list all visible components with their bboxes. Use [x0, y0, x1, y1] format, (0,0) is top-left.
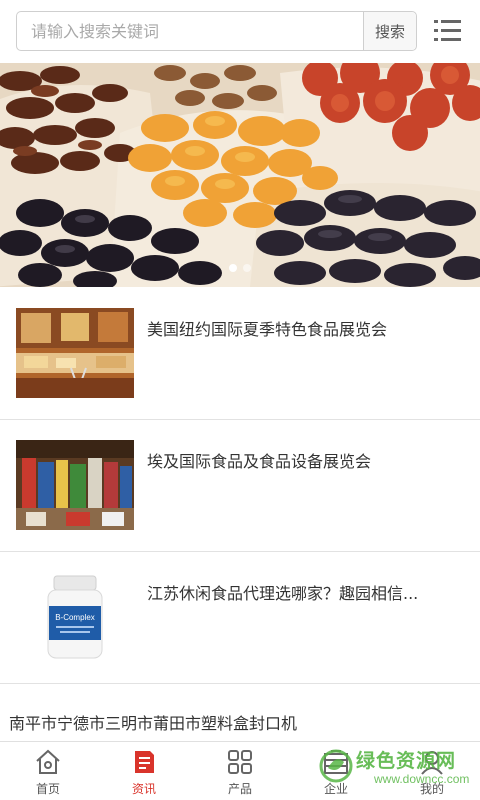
tab-home[interactable]: 首页	[0, 742, 96, 800]
grid-icon	[228, 750, 252, 774]
food-products-photo	[16, 440, 134, 530]
tab-products[interactable]: 产品	[192, 742, 288, 800]
carousel-dot[interactable]	[243, 264, 251, 272]
search-bar: 搜索	[16, 11, 417, 51]
header: 搜索	[0, 0, 480, 62]
banner-carousel[interactable]	[0, 63, 480, 287]
news-icon	[135, 751, 154, 773]
search-input[interactable]	[17, 12, 364, 50]
home-icon	[36, 749, 60, 774]
news-thumbnail	[16, 308, 134, 398]
tab-label: 企业	[323, 782, 348, 796]
news-title: 南平市宁德市三明市莆田市塑料盒封口机	[9, 714, 298, 733]
news-thumbnail	[16, 440, 134, 530]
supplement-bottle-photo: B-Complex	[16, 572, 134, 662]
user-icon	[421, 751, 443, 775]
tab-profile[interactable]: 我的	[384, 742, 480, 800]
search-button[interactable]: 搜索	[363, 12, 416, 50]
news-title: 埃及国际食品及食品设备展览会	[147, 452, 372, 471]
menu-button[interactable]	[432, 17, 464, 45]
carousel-dot[interactable]	[229, 264, 237, 272]
bottom-tab-bar: 首页 资讯 产品 企业 我的	[0, 741, 480, 800]
tab-label: 资讯	[131, 782, 156, 796]
news-list-item[interactable]: 南平市宁德市三明市莆田市塑料盒封口机	[0, 684, 480, 741]
news-list-item[interactable]: 美国纽约国际夏季特色食品展览会	[0, 288, 480, 420]
building-icon	[324, 750, 348, 774]
news-list-item[interactable]: B-Complex 江苏休闲食品代理选哪家？趣园相信...	[0, 552, 480, 684]
food-expo-photo	[16, 308, 134, 398]
tab-enterprise[interactable]: 企业	[288, 742, 384, 800]
tab-label: 我的	[419, 782, 444, 796]
list-menu-icon	[434, 20, 461, 41]
tab-label: 产品	[227, 782, 252, 796]
news-thumbnail: B-Complex	[16, 572, 134, 662]
news-title: 江苏休闲食品代理选哪家？趣园相信...	[147, 584, 419, 603]
bottle-label: B-Complex	[55, 613, 95, 622]
tab-news[interactable]: 资讯	[96, 742, 192, 800]
dried-fruit-banner-image	[0, 63, 480, 287]
tab-label: 首页	[35, 782, 60, 796]
news-title: 美国纽约国际夏季特色食品展览会	[147, 320, 388, 339]
news-list-item[interactable]: 埃及国际食品及食品设备展览会	[0, 420, 480, 552]
carousel-indicator	[0, 259, 480, 277]
